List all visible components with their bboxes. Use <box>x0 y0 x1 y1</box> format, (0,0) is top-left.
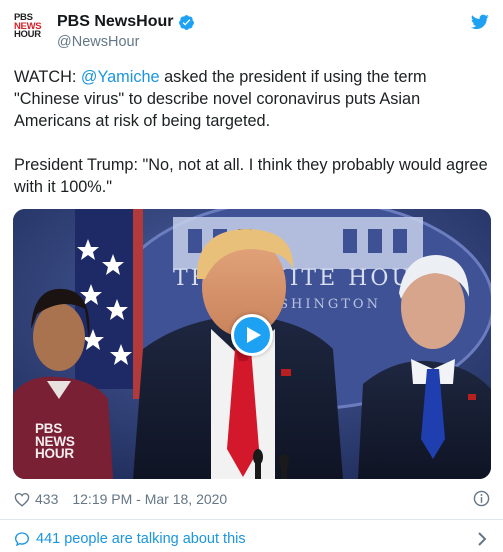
play-icon <box>246 327 261 343</box>
tweet-paragraph-2: President Trump: "No, not at all. I thin… <box>14 156 488 196</box>
tweet-meta: 433 12:19 PM - Mar 18, 2020 <box>14 490 492 508</box>
video-player[interactable]: THE WHITE HOUSE WASHINGTON PBS NEWS HOUR <box>13 209 491 479</box>
timestamp[interactable]: 12:19 PM - Mar 18, 2020 <box>72 491 227 507</box>
bubble-icon <box>14 532 30 547</box>
conversation-link[interactable]: 441 people are talking about this <box>14 529 492 549</box>
conversation-text[interactable]: 441 people are talking about this <box>36 531 246 547</box>
like-count[interactable]: 433 <box>35 491 58 507</box>
display-name[interactable]: PBS NewsHour <box>57 13 173 31</box>
tweet-paragraph-1: WATCH: @Yamiche asked the president if u… <box>14 66 494 132</box>
twitter-icon[interactable] <box>471 14 489 30</box>
avatar[interactable]: PBS NEWS HOUR <box>14 13 48 48</box>
verified-icon <box>179 14 195 30</box>
author-name-row[interactable]: PBS NewsHour <box>57 13 195 31</box>
tweet-card: PBS NEWS HOUR PBS NewsHour @NewsHour WAT… <box>0 0 503 552</box>
avatar-line-3: HOUR <box>14 29 41 41</box>
play-button[interactable] <box>231 314 273 356</box>
info-icon[interactable] <box>473 490 490 507</box>
mention-link[interactable]: @Yamiche <box>81 68 160 86</box>
heart-icon[interactable] <box>14 492 30 507</box>
author-handle[interactable]: @NewsHour <box>57 34 139 50</box>
video-watermark: PBS NEWS HOUR <box>35 422 75 461</box>
chevron-right-icon[interactable] <box>477 531 487 547</box>
tweet-text-prefix: WATCH: <box>14 68 81 86</box>
watermark-line-3: HOUR <box>35 446 74 461</box>
avatar-logo: PBS NEWS HOUR <box>14 13 42 41</box>
tweet-text: WATCH: @Yamiche asked the president if u… <box>14 66 494 198</box>
divider <box>0 519 503 520</box>
